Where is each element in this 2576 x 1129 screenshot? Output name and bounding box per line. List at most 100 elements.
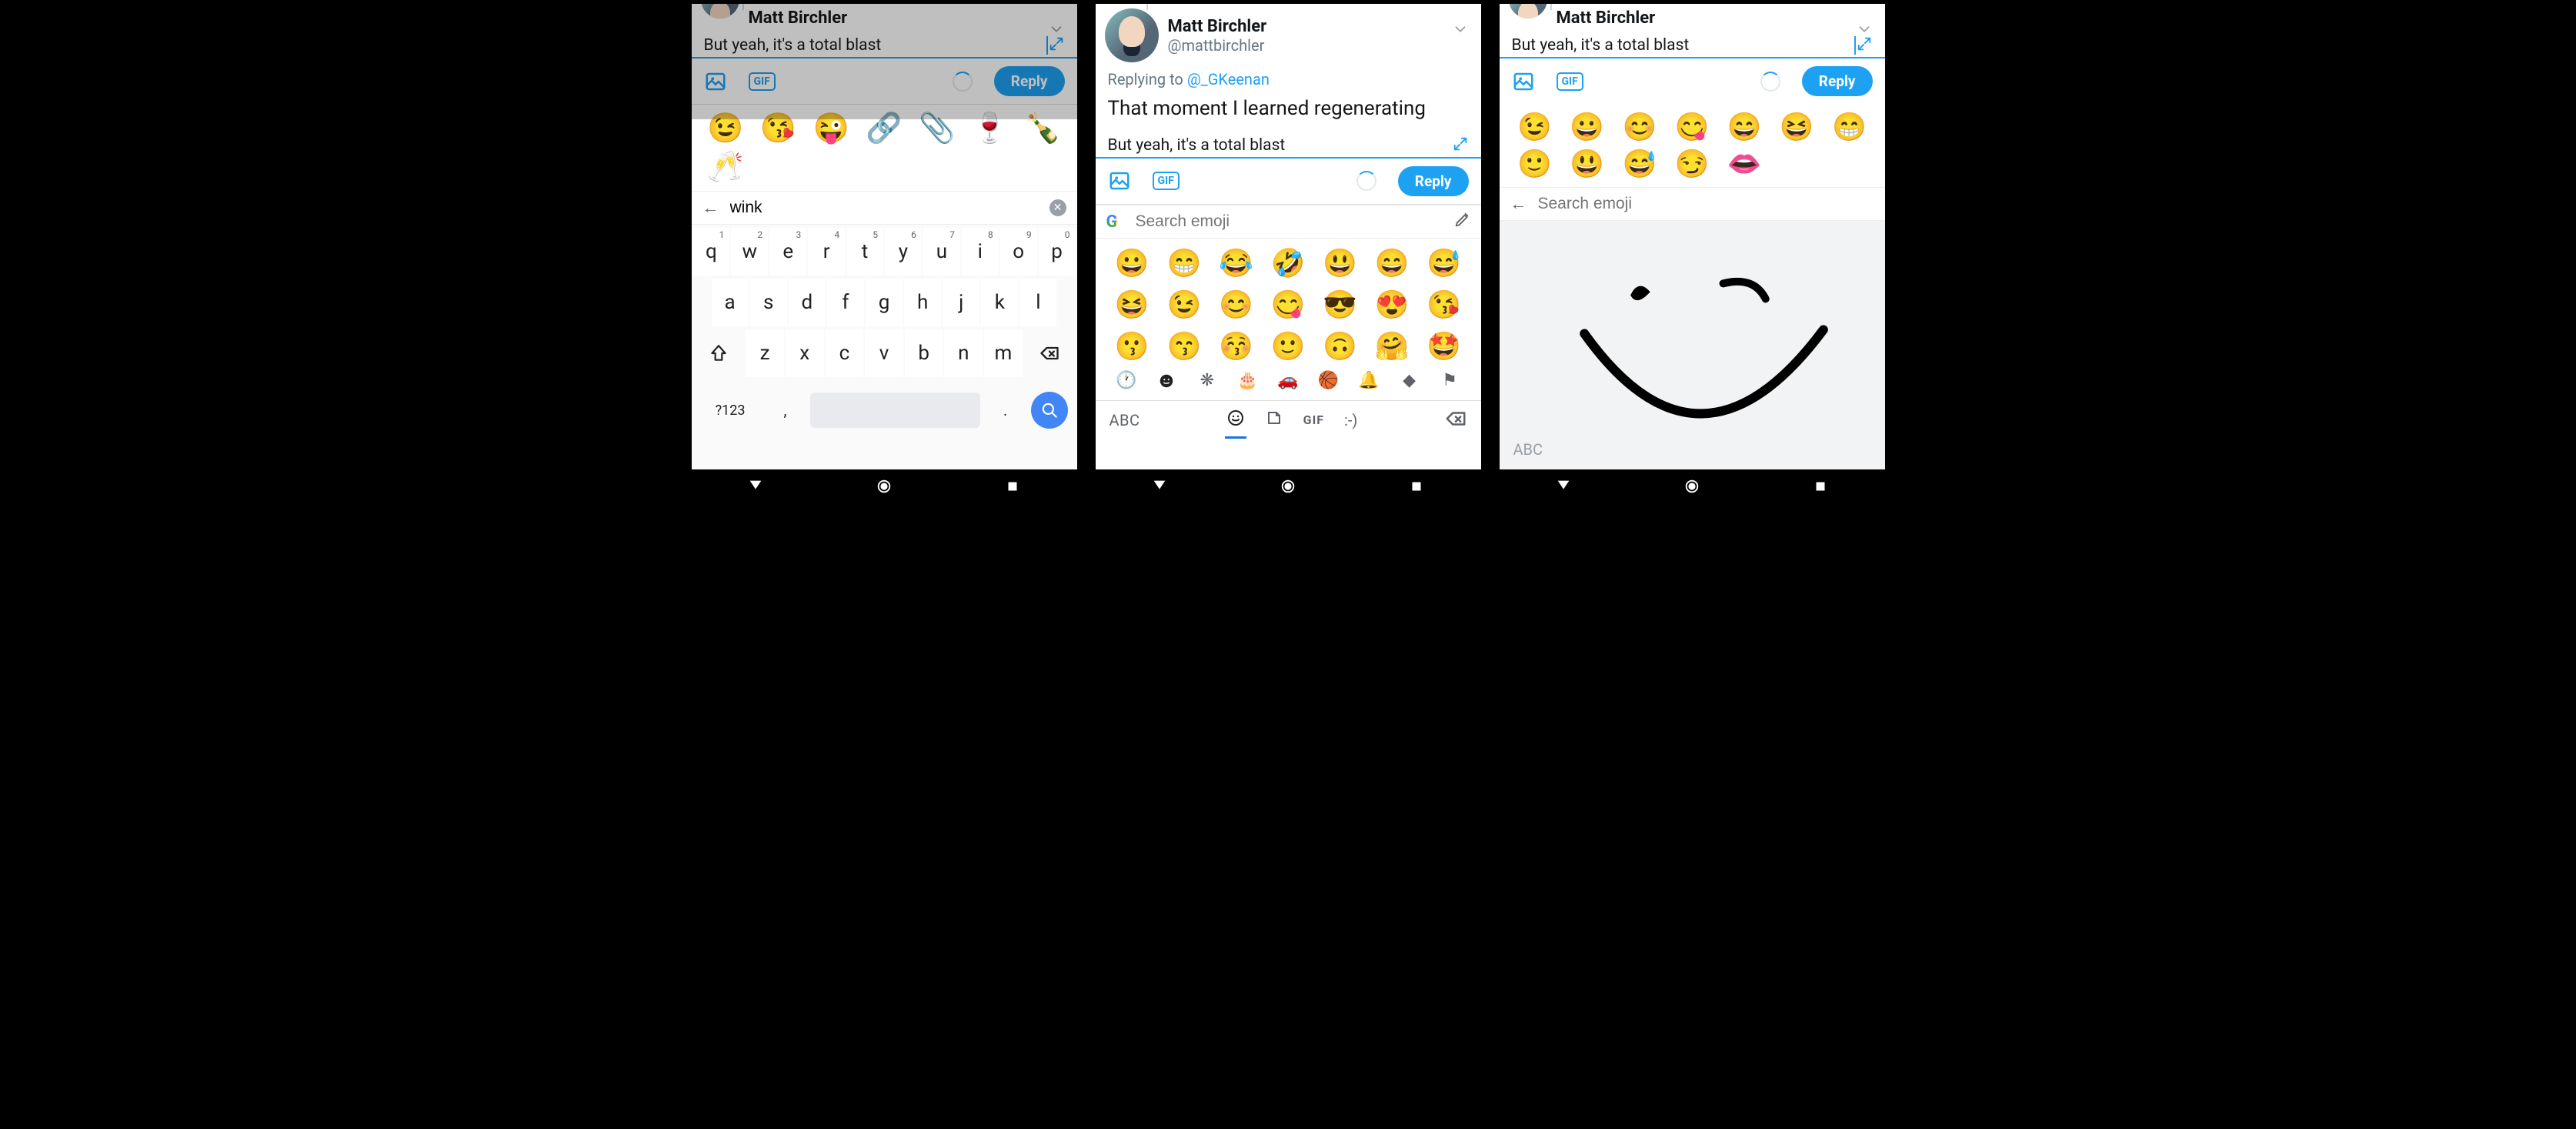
gif-button[interactable]: GIF [749, 72, 776, 91]
reply-button[interactable]: Reply [994, 66, 1065, 96]
emoji-search-input[interactable] [1538, 195, 1874, 213]
emoji-result[interactable]: 📎 [919, 114, 955, 143]
emoji-result[interactable]: 😘 [760, 114, 796, 143]
shift-key[interactable] [693, 329, 745, 377]
expand-icon[interactable] [1048, 35, 1065, 55]
symbols-tab-icon[interactable]: ◆ [1398, 369, 1421, 392]
emoji-cell[interactable]: 😁 [1166, 249, 1201, 277]
key-l[interactable]: l [1019, 279, 1056, 326]
food-tab-icon[interactable]: 🎂 [1236, 369, 1259, 392]
expand-icon[interactable] [1452, 135, 1469, 155]
emoji-cell[interactable]: 😘 [1426, 291, 1461, 319]
user-name[interactable]: Matt Birchler [1168, 17, 1267, 36]
emoji-cell[interactable]: 😆 [1115, 291, 1150, 319]
emoji-cell[interactable]: 😉 [1166, 291, 1201, 319]
user-handle[interactable]: @mattbirchler [1168, 36, 1267, 55]
emoji-suggestion[interactable]: 😅 [1622, 150, 1657, 178]
image-icon[interactable] [1512, 70, 1535, 93]
nav-home-icon[interactable] [1683, 478, 1700, 498]
emoji-suggestion[interactable]: 👄 [1727, 150, 1762, 178]
emoji-cell[interactable]: 😙 [1166, 332, 1201, 360]
emoji-cell[interactable]: 😗 [1115, 332, 1150, 360]
emoji-result[interactable]: 🔗 [866, 114, 902, 143]
avatar[interactable] [1509, 0, 1547, 18]
emoji-suggestion[interactable]: 😋 [1675, 113, 1710, 141]
key-r[interactable]: r4 [808, 228, 845, 276]
emoji-mode-icon[interactable] [1226, 409, 1245, 431]
emoji-suggestion[interactable]: 😊 [1622, 113, 1657, 141]
image-icon[interactable] [1108, 169, 1131, 192]
key-w[interactable]: w2 [731, 228, 768, 276]
nav-back-icon[interactable] [747, 478, 764, 498]
emoji-suggestion[interactable]: 😀 [1570, 113, 1604, 141]
avatar[interactable] [701, 0, 739, 18]
key-h[interactable]: h [904, 279, 941, 326]
emoji-result[interactable]: 🍷 [972, 114, 1008, 143]
back-arrow-icon[interactable]: ← [702, 198, 719, 218]
nav-home-icon[interactable] [876, 478, 893, 498]
nav-recent-icon[interactable] [1408, 478, 1425, 498]
key-a[interactable]: a [712, 279, 749, 326]
activity-tab-icon[interactable]: 🏀 [1317, 369, 1340, 392]
emoji-cell[interactable]: 😊 [1219, 291, 1253, 319]
emoji-cell[interactable]: 😎 [1323, 291, 1357, 319]
emoji-search-input[interactable] [730, 199, 1039, 217]
gif-button[interactable]: GIF [1153, 172, 1180, 190]
key-m[interactable]: m [984, 329, 1023, 377]
user-name[interactable]: Matt Birchler [749, 8, 848, 28]
draw-icon[interactable] [1453, 212, 1470, 232]
text-face-mode[interactable]: :-) [1344, 411, 1357, 429]
emoji-suggestion[interactable]: 🙂 [1517, 150, 1552, 178]
emoji-cell[interactable]: 😍 [1375, 291, 1410, 319]
reply-button[interactable]: Reply [1802, 66, 1873, 96]
period-key[interactable]: . [986, 386, 1025, 434]
emoji-cell[interactable]: 😂 [1219, 249, 1253, 277]
back-arrow-icon[interactable]: ← [1510, 194, 1527, 214]
key-e[interactable]: e3 [769, 228, 806, 276]
emoji-suggestion[interactable]: 😏 [1675, 150, 1710, 178]
key-t[interactable]: t5 [846, 228, 883, 276]
nav-back-icon[interactable] [1555, 478, 1572, 498]
objects-tab-icon[interactable]: 🔔 [1357, 369, 1380, 392]
comma-key[interactable]: , [766, 386, 805, 434]
nature-tab-icon[interactable]: ❋ [1196, 369, 1219, 392]
emoji-cell[interactable]: 🤩 [1426, 332, 1461, 360]
emoji-cell[interactable]: 🙂 [1271, 332, 1306, 360]
emoji-cell[interactable]: 😚 [1219, 332, 1253, 360]
nav-home-icon[interactable] [1280, 478, 1296, 498]
compose-input[interactable]: But yeah, it's a total blast [1096, 132, 1481, 159]
avatar[interactable] [1105, 8, 1159, 62]
symbols-key[interactable]: ?123 [701, 386, 760, 434]
key-i[interactable]: i8 [962, 228, 999, 276]
abc-button[interactable]: ABC [1109, 411, 1140, 429]
key-s[interactable]: s [750, 279, 787, 326]
key-n[interactable]: n [944, 329, 983, 377]
clear-icon[interactable]: ✕ [1049, 199, 1066, 216]
key-y[interactable]: y6 [885, 228, 922, 276]
emoji-suggestion[interactable]: 😆 [1780, 113, 1814, 141]
image-icon[interactable] [704, 70, 727, 93]
key-k[interactable]: k [981, 279, 1018, 326]
emoji-result[interactable]: 😜 [813, 114, 849, 143]
emoji-suggestion[interactable]: 😃 [1570, 150, 1604, 178]
key-j[interactable]: j [943, 279, 979, 326]
spacebar-key[interactable] [810, 392, 980, 428]
compose-input[interactable]: But yeah, it's a total blast [692, 32, 1077, 58]
reply-button[interactable]: Reply [1398, 166, 1469, 196]
gif-mode-label[interactable]: GIF [1303, 413, 1324, 427]
emoji-result[interactable]: 🥂 [707, 152, 743, 182]
gif-button[interactable]: GIF [1557, 72, 1583, 91]
key-f[interactable]: f [827, 279, 864, 326]
user-name[interactable]: Matt Birchler [1557, 8, 1656, 28]
emoji-cell[interactable]: 🤣 [1271, 249, 1306, 277]
nav-recent-icon[interactable] [1004, 478, 1021, 498]
key-u[interactable]: u7 [923, 228, 960, 276]
emoji-cell[interactable]: 😃 [1323, 249, 1357, 277]
key-d[interactable]: d [789, 279, 826, 326]
key-z[interactable]: z [746, 329, 784, 377]
emoji-cell[interactable]: 😄 [1375, 249, 1410, 277]
expand-icon[interactable] [1856, 35, 1873, 55]
nav-recent-icon[interactable] [1812, 478, 1829, 498]
compose-input[interactable]: But yeah, it's a total blast [1500, 32, 1885, 58]
emoji-cell[interactable]: 🙃 [1323, 332, 1357, 360]
